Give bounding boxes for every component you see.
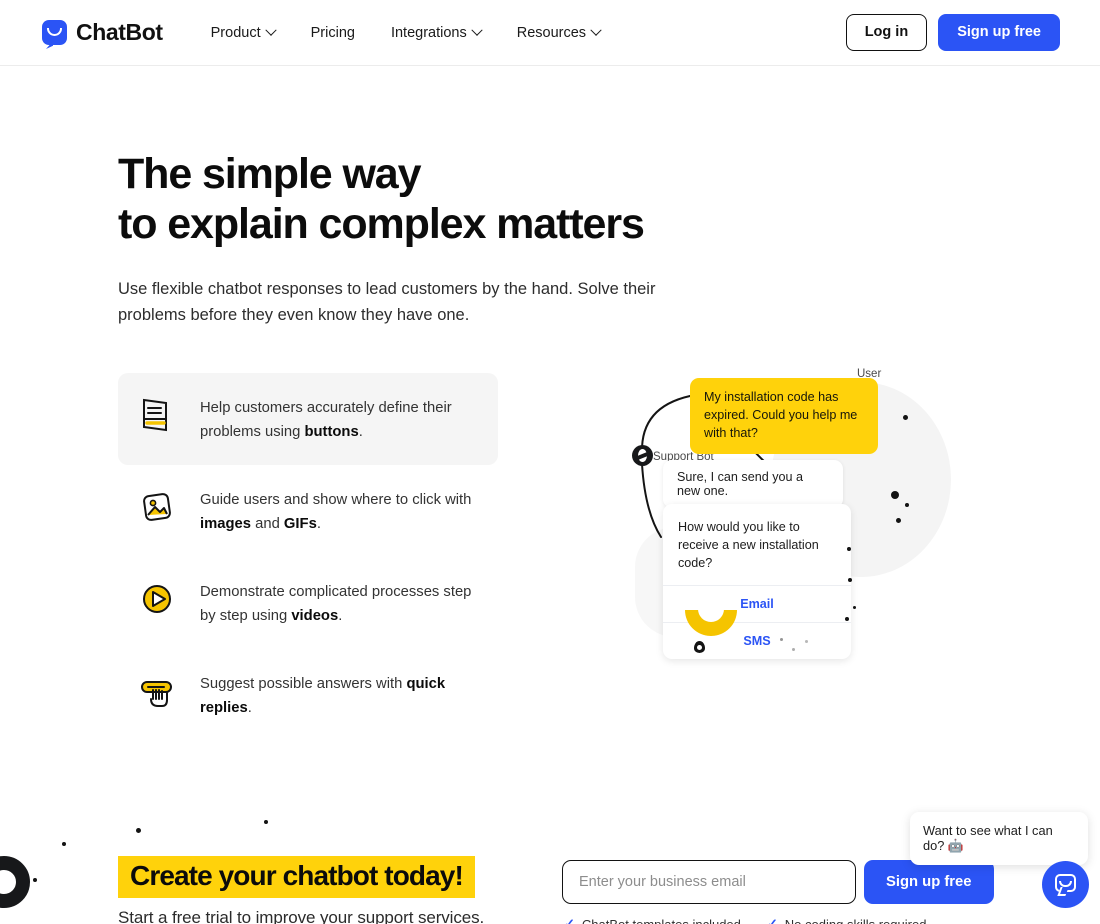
nav-item-resources[interactable]: Resources bbox=[516, 24, 602, 41]
check-icon: ✓ bbox=[766, 916, 778, 924]
chat-illustration: User Support Bot My installation code ha… bbox=[615, 352, 951, 682]
feature-text: Suggest possible answers with quick repl… bbox=[200, 669, 480, 721]
feature-emphasis: videos bbox=[291, 608, 339, 625]
document-lines-icon bbox=[136, 394, 178, 436]
hero-subtitle: Use flexible chatbot responses to lead c… bbox=[118, 279, 656, 325]
feature-item-buttons[interactable]: Help customers accurately define their p… bbox=[118, 373, 498, 466]
chat-widget-teaser[interactable]: Want to see what I can do? 🤖 bbox=[910, 812, 1088, 865]
decor-dot bbox=[905, 503, 909, 507]
feature-text-mid: and bbox=[251, 516, 284, 533]
feature-emphasis-2: GIFs bbox=[283, 516, 317, 533]
email-field[interactable] bbox=[562, 860, 856, 904]
chevron-down-icon bbox=[471, 24, 483, 36]
black-drop-decoration bbox=[694, 641, 705, 653]
main-nav: Product Pricing Integrations Resources bbox=[210, 24, 602, 41]
decor-dot bbox=[33, 878, 37, 882]
cta-benefits: ✓ ChatBot templates included ✓ No coding… bbox=[564, 916, 926, 924]
nav-label: Integrations bbox=[390, 24, 467, 41]
decor-dot bbox=[853, 606, 856, 609]
decor-dot bbox=[903, 415, 908, 420]
image-picture-icon bbox=[136, 486, 178, 528]
benefit-item: ✓ ChatBot templates included bbox=[564, 916, 741, 924]
dark-ring-decoration bbox=[0, 856, 30, 908]
nav-label: Pricing bbox=[310, 24, 355, 41]
feature-item-images[interactable]: Guide users and show where to click with… bbox=[118, 465, 498, 557]
page-title: The simple way to explain complex matter… bbox=[118, 150, 1100, 250]
feature-text-after: . bbox=[358, 424, 363, 441]
user-message-bubble: My installation code has expired. Could … bbox=[690, 378, 878, 454]
feature-item-quick-replies[interactable]: Suggest possible answers with quick repl… bbox=[118, 649, 498, 741]
hand-click-button-icon bbox=[136, 670, 178, 712]
chevron-down-icon bbox=[590, 24, 602, 36]
chatbot-logo-icon bbox=[42, 20, 67, 45]
feature-text-before: Guide users and show where to click with bbox=[200, 492, 472, 509]
benefit-label: ChatBot templates included bbox=[581, 916, 741, 924]
card-question: How would you like to receive a new inst… bbox=[678, 520, 819, 571]
logo-text: ChatBot bbox=[76, 19, 163, 45]
header-actions: Log in Sign up free bbox=[845, 13, 1060, 52]
chevron-down-icon bbox=[264, 24, 277, 36]
feature-text-after: . bbox=[247, 699, 252, 716]
login-button[interactable]: Log in bbox=[845, 13, 928, 52]
cta-subtitle: Start a free trial to improve your suppo… bbox=[118, 908, 485, 924]
logo[interactable]: ChatBot bbox=[42, 19, 163, 46]
bot-options-card: How would you like to receive a new inst… bbox=[663, 504, 851, 660]
feature-text-after: . bbox=[338, 608, 343, 625]
cta-headline-badge: Create your chatbot today! bbox=[118, 856, 475, 899]
nav-item-integrations[interactable]: Integrations bbox=[390, 24, 483, 41]
check-icon: ✓ bbox=[564, 916, 575, 924]
cta-left: Create your chatbot today! Start a free … bbox=[118, 856, 538, 924]
nav-item-product[interactable]: Product bbox=[210, 24, 277, 41]
decor-dot bbox=[845, 617, 849, 621]
site-header: ChatBot Product Pricing Integrations Res… bbox=[0, 0, 1100, 66]
feature-text-after: . bbox=[316, 516, 321, 533]
signup-button-cta[interactable]: Sign up free bbox=[864, 860, 994, 904]
decor-dot bbox=[891, 491, 899, 499]
cta-signup-form: Sign up free bbox=[562, 860, 994, 904]
decor-dot bbox=[847, 547, 851, 551]
decor-dot bbox=[136, 828, 141, 833]
feature-text: Help customers accurately define their p… bbox=[200, 393, 480, 445]
decor-dot bbox=[62, 842, 66, 846]
decor-dot bbox=[264, 820, 268, 824]
heading-line-2: to explain complex matters bbox=[118, 199, 645, 248]
feature-text: Guide users and show where to click with… bbox=[200, 485, 480, 537]
support-bot-avatar bbox=[632, 445, 653, 466]
nav-label: Product bbox=[210, 24, 261, 41]
feature-item-videos[interactable]: Demonstrate complicated processes step b… bbox=[118, 557, 498, 649]
decor-dot bbox=[805, 640, 808, 643]
feature-list: Help customers accurately define their p… bbox=[118, 373, 498, 741]
decor-dot bbox=[896, 518, 901, 523]
signup-button-header[interactable]: Sign up free bbox=[938, 13, 1060, 52]
play-video-icon bbox=[136, 578, 178, 620]
feature-text-before: Suggest possible answers with bbox=[200, 676, 407, 692]
chat-widget-button[interactable] bbox=[1042, 861, 1089, 908]
feature-text: Demonstrate complicated processes step b… bbox=[200, 577, 480, 629]
bot-message-bubble: Sure, I can send you a new one. bbox=[663, 460, 843, 508]
decor-dot bbox=[848, 578, 852, 582]
nav-label: Resources bbox=[516, 24, 587, 41]
decor-dot bbox=[792, 648, 795, 651]
benefit-item: ✓ No coding skills required bbox=[767, 916, 927, 924]
nav-item-pricing[interactable]: Pricing bbox=[311, 25, 355, 41]
benefit-label: No coding skills required bbox=[784, 916, 927, 924]
feature-emphasis: images bbox=[200, 516, 251, 533]
decor-dot bbox=[780, 638, 783, 641]
heading-line-1: The simple way bbox=[118, 150, 422, 198]
feature-emphasis: buttons bbox=[304, 424, 359, 441]
